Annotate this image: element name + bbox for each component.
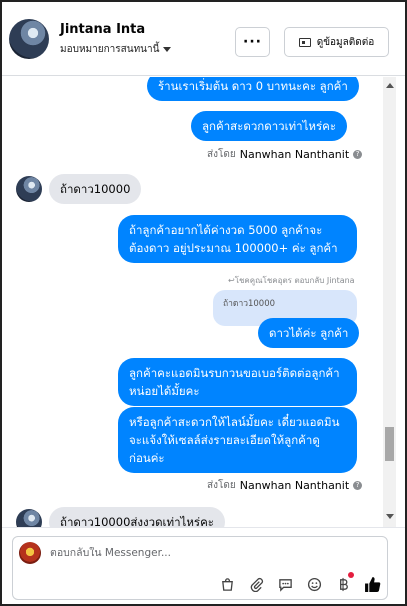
contact-card-icon [298, 37, 311, 47]
page-avatar [19, 542, 41, 564]
chat-scrollbar[interactable] [383, 77, 396, 527]
reply-input[interactable] [50, 547, 270, 559]
chat-header: Jintana Inta มอบหมายการสนทนานี้ ··· ดูข้… [2, 2, 405, 76]
message-list[interactable]: ร้านเราเริ่มต้น ดาว 0 บาทนะคะ ลูกค้า ลูก… [2, 77, 383, 527]
sent-by-prefix: ส่งโดย [207, 480, 236, 491]
baht-icon[interactable] [334, 572, 354, 593]
composer-box[interactable] [12, 536, 388, 600]
help-icon[interactable]: ? [353, 150, 363, 159]
more-options-button[interactable]: ··· [235, 27, 270, 57]
assign-conversation-dropdown[interactable]: มอบหมายการสนทนานี้ [60, 42, 172, 57]
scroll-down-arrow-icon[interactable] [386, 514, 394, 519]
view-contact-label: ดูข้อมูลติดต่อ [316, 36, 375, 48]
scroll-thumb[interactable] [385, 427, 394, 461]
view-contact-button[interactable]: ดูข้อมูลติดต่อ [284, 27, 389, 57]
message-line: ลูกค้าคะแอดมินรบกวนขอเบอร์ติดต่อลูกค้า [129, 366, 340, 380]
message-outgoing[interactable]: ลูกค้าคะแอดมินรบกวนขอเบอร์ติดต่อลูกค้า ห… [118, 358, 357, 406]
message-line: ถ้าลูกค้าอยากได้ค่างวด 5000 ลูกค้าจะ [129, 223, 323, 237]
message-outgoing[interactable]: ดาวได้ค่ะ ลูกค้า [258, 318, 360, 348]
composer [2, 527, 405, 604]
reply-note: ↩โชคคูณโชคอุตร ตอบกลับ Jintana [228, 276, 355, 285]
message-incoming[interactable]: ถ้าดาว10000ส่งงวดเท่าไหร่คะ [49, 507, 225, 527]
help-icon[interactable]: ? [353, 481, 363, 490]
message-outgoing[interactable]: ลูกค้าสะดวกดาวเท่าไหร่คะ [191, 111, 348, 141]
message-outgoing[interactable]: ถ้าลูกค้าอยากได้ค่างวด 5000 ลูกค้าจะ ต้อ… [118, 215, 357, 263]
sent-by-prefix: ส่งโดย [207, 149, 236, 160]
quick-reply-icon[interactable] [276, 575, 294, 593]
contact-name[interactable]: Jintana Inta [60, 22, 145, 37]
sent-by-label: ส่งโดย Nanwhan Nanthanit ? [207, 147, 363, 162]
message-outgoing[interactable]: หรือลูกค้าสะดวกให้ไลน์มั้ยคะ เดี๋ยวแอดมิ… [118, 407, 357, 473]
message-incoming[interactable]: ถ้าดาว10000 [49, 174, 142, 204]
shopping-bag-icon[interactable] [218, 575, 236, 593]
sent-by-name[interactable]: Nanwhan Nanthanit [240, 148, 349, 161]
emoji-icon[interactable] [305, 575, 323, 593]
composer-tools [218, 572, 381, 593]
sent-by-label: ส่งโดย Nanwhan Nanthanit ? [207, 478, 363, 493]
message-line: หรือลูกค้าสะดวกให้ไลน์มั้ยคะ เดี๋ยวแอดมิ… [129, 415, 340, 429]
contact-avatar-small[interactable] [16, 509, 42, 527]
message-outgoing[interactable]: ร้านเราเริ่มต้น ดาว 0 บาทนะคะ ลูกค้า [147, 77, 359, 101]
message-line: จะแจ้งให้เซลล์ส่งรายละเอียดให้ลูกค้าดู [129, 433, 320, 447]
notification-dot [348, 572, 354, 578]
more-icon: ··· [243, 34, 262, 50]
contact-avatar-small[interactable] [16, 176, 42, 202]
contact-avatar[interactable] [9, 19, 49, 59]
scroll-up-arrow-icon[interactable] [386, 83, 394, 88]
messenger-window: Jintana Inta มอบหมายการสนทนานี้ ··· ดูข้… [0, 0, 407, 606]
paperclip-icon[interactable] [247, 575, 265, 593]
like-icon[interactable] [363, 575, 381, 593]
sent-by-name[interactable]: Nanwhan Nanthanit [240, 479, 349, 492]
assign-label: มอบหมายการสนทนานี้ [60, 44, 160, 55]
message-line: หน่อยได้มั้ยคะ [129, 384, 200, 398]
message-line: ก่อนค่ะ [129, 451, 165, 465]
caret-down-icon [163, 47, 172, 52]
message-line: ต้องดาว อยู่ประมาณ 100000+ ค่ะ ลูกค้า [129, 241, 338, 255]
